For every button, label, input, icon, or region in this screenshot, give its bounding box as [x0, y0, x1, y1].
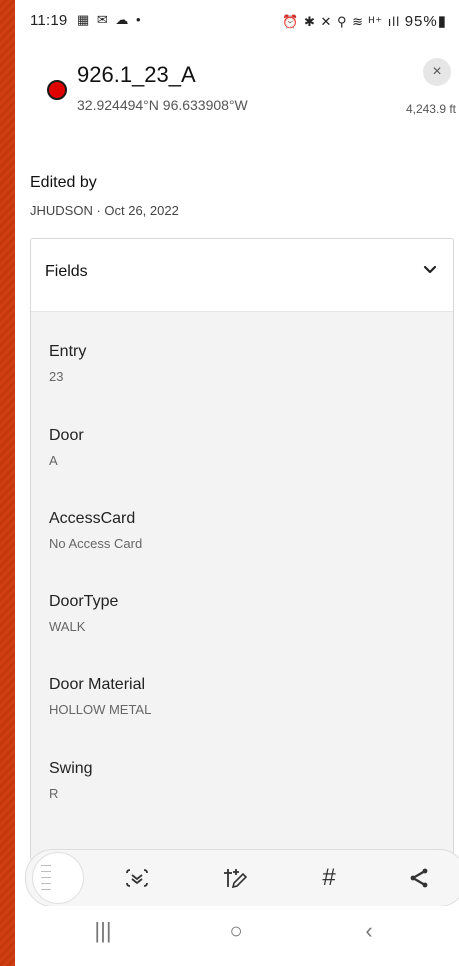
fields-card: Fields Entry 23 Door A AccessCard No Acc…: [30, 238, 454, 860]
field-value: No Access Card: [49, 536, 143, 551]
feature-title: 926.1_23_A: [77, 62, 196, 87]
field-door-material: Door Material HOLLOW METAL: [49, 676, 151, 717]
field-swing: Swing R: [49, 760, 93, 801]
fields-list: Entry 23 Door A AccessCard No Access Car…: [31, 312, 453, 859]
field-value: 23: [49, 369, 64, 384]
back-icon: ‹: [365, 918, 373, 943]
share-button[interactable]: [403, 862, 435, 894]
field-value: HOLLOW METAL: [49, 702, 152, 717]
field-label: DoorType: [49, 593, 119, 610]
scan-button[interactable]: [121, 862, 153, 894]
scan-icon: [126, 869, 148, 887]
home-icon: ○: [229, 918, 243, 943]
status-time: 11:19: [30, 12, 68, 29]
field-value: R: [49, 786, 59, 801]
close-icon: ×: [432, 63, 442, 80]
field-label: Door Material: [49, 676, 146, 693]
edited-by-value: JHUDSON · Oct 26, 2022: [30, 203, 179, 218]
back-button[interactable]: ‹: [349, 918, 389, 944]
close-button[interactable]: ×: [423, 58, 451, 86]
feature-marker-icon: [47, 80, 67, 100]
scale-ticks-icon: [41, 865, 51, 891]
recents-icon: |||: [94, 918, 112, 943]
field-door: Door A: [49, 427, 84, 468]
compass-handle[interactable]: [32, 852, 84, 904]
phone-screen: 11:19 ▦ ✉ ☁ • ⏰ ✱ ✕ ⚲ ≋ ᴴ⁺ ıll 95%▮ 926.…: [15, 0, 459, 966]
hash-icon: #: [322, 864, 336, 891]
feature-distance: 4,243.9 ft: [405, 102, 456, 116]
recents-button[interactable]: |||: [83, 918, 123, 944]
field-value: WALK: [49, 619, 86, 634]
field-label: Entry: [49, 343, 87, 360]
edited-by-label: Edited by: [30, 174, 97, 191]
share-icon: [410, 868, 428, 888]
fields-header[interactable]: Fields: [31, 239, 453, 312]
feature-coordinates: 32.924494°N 96.633908°W: [77, 97, 248, 113]
field-value: A: [49, 453, 58, 468]
hash-button[interactable]: #: [313, 862, 345, 894]
system-nav-bar: ||| ○ ‹: [15, 906, 459, 966]
edit-attribute-icon: [224, 869, 248, 889]
fields-header-label: Fields: [45, 263, 88, 280]
field-label: Swing: [49, 760, 93, 777]
bottom-toolbar: #: [25, 849, 459, 907]
field-door-type: DoorType WALK: [49, 593, 118, 634]
field-access-card: AccessCard No Access Card: [49, 510, 142, 551]
field-entry: Entry 23: [49, 343, 86, 384]
chevron-down-icon[interactable]: [419, 259, 441, 281]
system-icons: ⏰ ✱ ✕ ⚲ ≋ ᴴ⁺ ıll 95%▮: [282, 12, 447, 30]
field-label: AccessCard: [49, 510, 136, 527]
notification-icons: ▦ ✉ ☁ •: [77, 12, 143, 27]
battery-indicator: 95%▮: [404, 13, 447, 30]
system-status-icons: ⏰ ✱ ✕ ⚲ ≋ ᴴ⁺ ıll: [282, 14, 401, 29]
field-label: Door: [49, 427, 84, 444]
status-bar: 11:19 ▦ ✉ ☁ • ⏰ ✱ ✕ ⚲ ≋ ᴴ⁺ ıll 95%▮: [15, 0, 459, 44]
edit-attributes-button[interactable]: [219, 862, 251, 894]
home-button[interactable]: ○: [216, 918, 256, 944]
